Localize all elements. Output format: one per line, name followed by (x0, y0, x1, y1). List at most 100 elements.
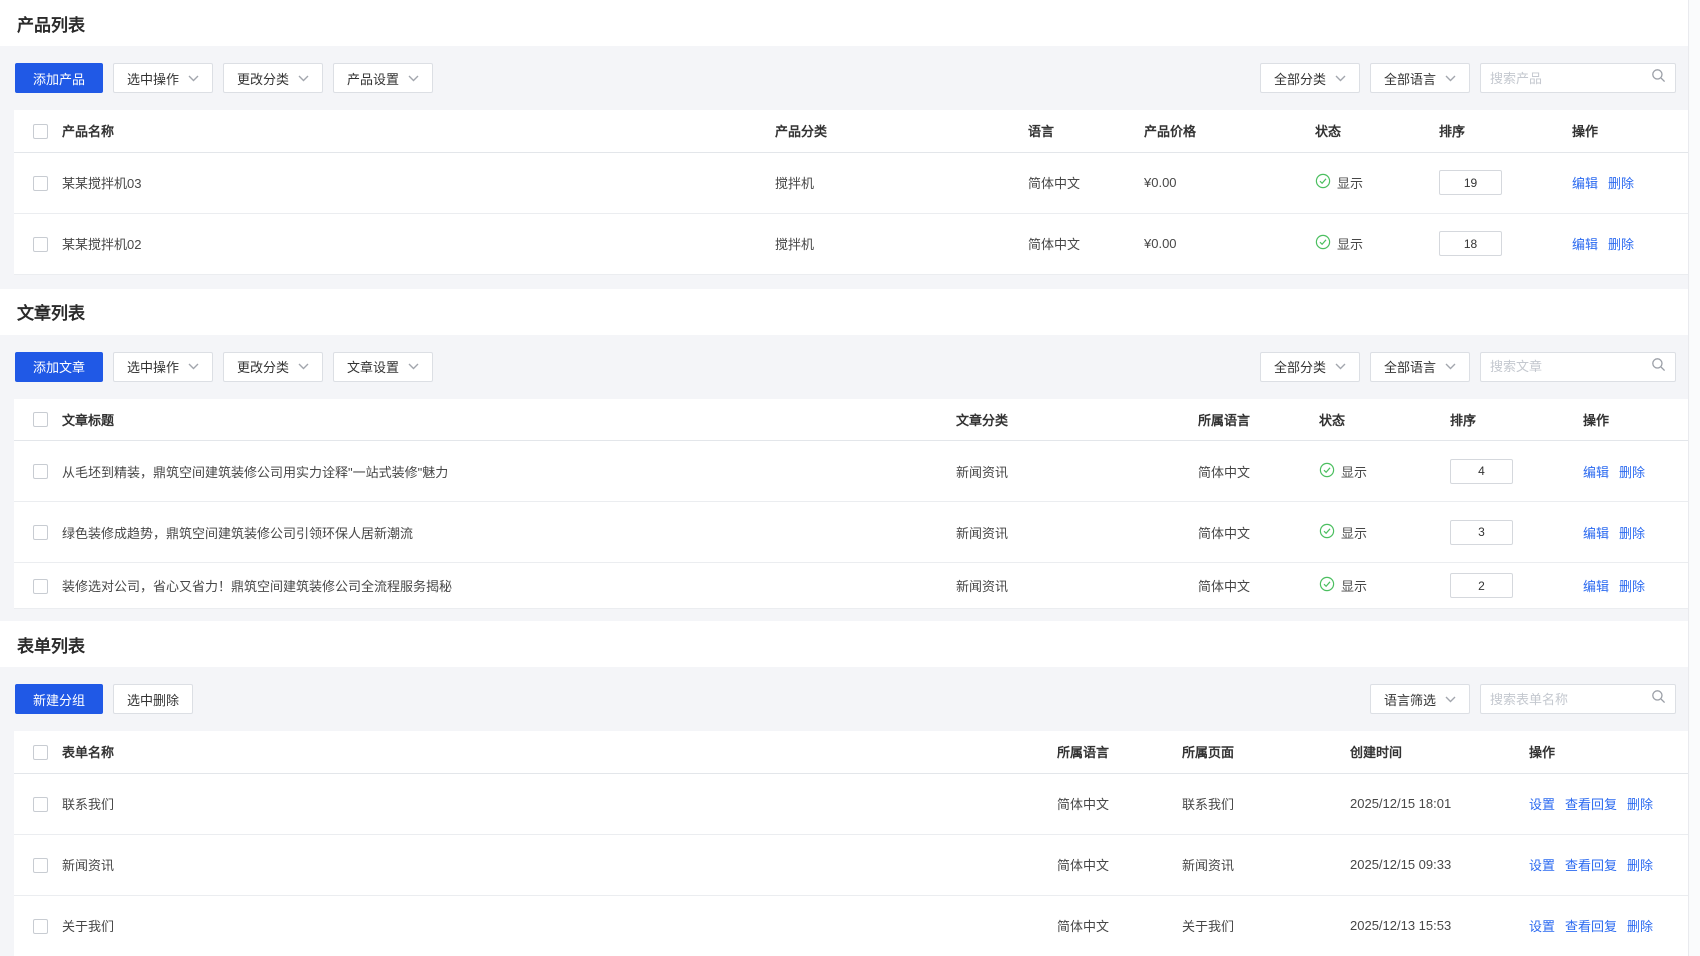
forms-section: 表单列表 新建分组 选中删除 语言筛选 表单名称 所属语言 所属页面 (0, 621, 1700, 956)
form-page: 新闻资讯 (1182, 834, 1350, 895)
product-price: ¥0.00 (1144, 213, 1315, 274)
row-checkbox[interactable] (33, 579, 48, 594)
product-language: 简体中文 (1028, 152, 1144, 213)
form-name: 新闻资讯 (62, 834, 1057, 895)
form-language: 简体中文 (1057, 895, 1182, 956)
article-language: 简体中文 (1198, 563, 1319, 609)
articles-category-filter-dropdown[interactable]: 全部分类 (1260, 352, 1360, 382)
row-checkbox[interactable] (33, 237, 48, 252)
products-batch-action-dropdown[interactable]: 选中操作 (113, 63, 213, 93)
article-category: 新闻资讯 (956, 502, 1198, 563)
table-row: 某某搅拌机03 搅拌机 简体中文 ¥0.00 显示 编辑删除 (14, 152, 1688, 213)
form-created-time: 2025/12/15 18:01 (1350, 773, 1529, 834)
products-settings-dropdown[interactable]: 产品设置 (333, 63, 433, 93)
settings-link[interactable]: 设置 (1529, 858, 1555, 873)
products-language-filter-dropdown[interactable]: 全部语言 (1370, 63, 1470, 93)
table-row: 装修选对公司，省心又省力！鼎筑空间建筑装修公司全流程服务揭秘 新闻资讯 简体中文… (14, 563, 1688, 609)
articles-language-filter-dropdown[interactable]: 全部语言 (1370, 352, 1470, 382)
sort-order-input[interactable] (1450, 459, 1513, 484)
add-product-button[interactable]: 添加产品 (15, 63, 103, 93)
forms-search-input[interactable] (1490, 692, 1651, 707)
product-category: 搅拌机 (775, 213, 1028, 274)
articles-table-card: 文章标题 文章分类 所属语言 状态 排序 操作 从毛坯到精装，鼎筑空间建筑装修公… (14, 399, 1688, 610)
forms-table: 表单名称 所属语言 所属页面 创建时间 操作 联系我们 简体中文 联系我们 20… (14, 731, 1688, 956)
articles-change-category-dropdown[interactable]: 更改分类 (223, 352, 323, 382)
delete-link[interactable]: 删除 (1627, 919, 1653, 934)
add-article-button[interactable]: 添加文章 (15, 352, 103, 382)
forms-language-filter-dropdown[interactable]: 语言筛选 (1370, 684, 1470, 714)
edit-link[interactable]: 编辑 (1572, 176, 1598, 191)
products-toolbar: 添加产品 选中操作 更改分类 产品设置 全部分类 全部语言 (0, 46, 1700, 110)
form-name: 联系我们 (62, 773, 1057, 834)
delete-link[interactable]: 删除 (1619, 465, 1645, 480)
sort-order-input[interactable] (1450, 520, 1513, 545)
articles-search-input[interactable] (1490, 359, 1651, 374)
articles-table: 文章标题 文章分类 所属语言 状态 排序 操作 从毛坯到精装，鼎筑空间建筑装修公… (14, 399, 1688, 610)
search-icon[interactable] (1651, 689, 1666, 709)
articles-batch-action-dropdown[interactable]: 选中操作 (113, 352, 213, 382)
edit-link[interactable]: 编辑 (1583, 526, 1609, 541)
edit-link[interactable]: 编辑 (1583, 465, 1609, 480)
search-icon[interactable] (1651, 357, 1666, 377)
status-badge: 显示 (1315, 173, 1363, 192)
products-change-category-dropdown[interactable]: 更改分类 (223, 63, 323, 93)
product-name: 某某搅拌机03 (62, 152, 775, 213)
articles-search-box (1480, 352, 1676, 382)
products-header-row: 产品名称 产品分类 语言 产品价格 状态 排序 操作 (14, 110, 1688, 152)
vertical-scrollbar[interactable] (1688, 0, 1700, 956)
row-checkbox[interactable] (33, 176, 48, 191)
select-all-checkbox[interactable] (33, 412, 48, 427)
chevron-down-icon (1445, 75, 1456, 82)
sort-order-input[interactable] (1439, 231, 1502, 256)
article-language: 简体中文 (1198, 441, 1319, 502)
view-replies-link[interactable]: 查看回复 (1565, 858, 1617, 873)
product-category: 搅拌机 (775, 152, 1028, 213)
form-created-time: 2025/12/15 09:33 (1350, 834, 1529, 895)
chevron-down-icon (298, 75, 309, 82)
delete-selected-button[interactable]: 选中删除 (113, 684, 193, 714)
table-row: 关于我们 简体中文 关于我们 2025/12/13 15:53 设置查看回复删除 (14, 895, 1688, 956)
article-title: 从毛坯到精装，鼎筑空间建筑装修公司用实力诠释"一站式装修"魅力 (62, 441, 956, 502)
table-row: 新闻资讯 简体中文 新闻资讯 2025/12/15 09:33 设置查看回复删除 (14, 834, 1688, 895)
row-checkbox[interactable] (33, 525, 48, 540)
row-checkbox[interactable] (33, 464, 48, 479)
delete-link[interactable]: 删除 (1608, 176, 1634, 191)
delete-link[interactable]: 删除 (1619, 579, 1645, 594)
view-replies-link[interactable]: 查看回复 (1565, 919, 1617, 934)
view-replies-link[interactable]: 查看回复 (1565, 797, 1617, 812)
settings-link[interactable]: 设置 (1529, 919, 1555, 934)
delete-link[interactable]: 删除 (1619, 526, 1645, 541)
edit-link[interactable]: 编辑 (1583, 579, 1609, 594)
table-row: 绿色装修成趋势，鼎筑空间建筑装修公司引领环保人居新潮流 新闻资讯 简体中文 显示… (14, 502, 1688, 563)
articles-settings-dropdown[interactable]: 文章设置 (333, 352, 433, 382)
chevron-down-icon (188, 363, 199, 370)
sort-order-input[interactable] (1439, 170, 1502, 195)
edit-link[interactable]: 编辑 (1572, 237, 1598, 252)
article-category: 新闻资讯 (956, 563, 1198, 609)
row-checkbox[interactable] (33, 797, 48, 812)
new-group-button[interactable]: 新建分组 (15, 684, 103, 714)
products-table: 产品名称 产品分类 语言 产品价格 状态 排序 操作 某某搅拌机03 搅拌机 简… (14, 110, 1688, 275)
status-badge: 显示 (1315, 234, 1363, 253)
products-section: 产品列表 添加产品 选中操作 更改分类 产品设置 全部分类 全部语言 (0, 0, 1700, 275)
select-all-checkbox[interactable] (33, 124, 48, 139)
row-checkbox[interactable] (33, 858, 48, 873)
search-icon[interactable] (1651, 68, 1666, 88)
delete-link[interactable]: 删除 (1608, 237, 1634, 252)
article-category: 新闻资讯 (956, 441, 1198, 502)
chevron-down-icon (188, 75, 199, 82)
articles-page-title: 文章列表 (17, 299, 85, 324)
products-page-title: 产品列表 (17, 11, 85, 36)
table-row: 某某搅拌机02 搅拌机 简体中文 ¥0.00 显示 编辑删除 (14, 213, 1688, 274)
form-created-time: 2025/12/13 15:53 (1350, 895, 1529, 956)
row-checkbox[interactable] (33, 919, 48, 934)
article-title: 装修选对公司，省心又省力！鼎筑空间建筑装修公司全流程服务揭秘 (62, 563, 956, 609)
sort-order-input[interactable] (1450, 573, 1513, 598)
settings-link[interactable]: 设置 (1529, 797, 1555, 812)
products-search-input[interactable] (1490, 71, 1651, 86)
delete-link[interactable]: 删除 (1627, 797, 1653, 812)
products-search-box (1480, 63, 1676, 93)
products-category-filter-dropdown[interactable]: 全部分类 (1260, 63, 1360, 93)
select-all-checkbox[interactable] (33, 745, 48, 760)
delete-link[interactable]: 删除 (1627, 858, 1653, 873)
